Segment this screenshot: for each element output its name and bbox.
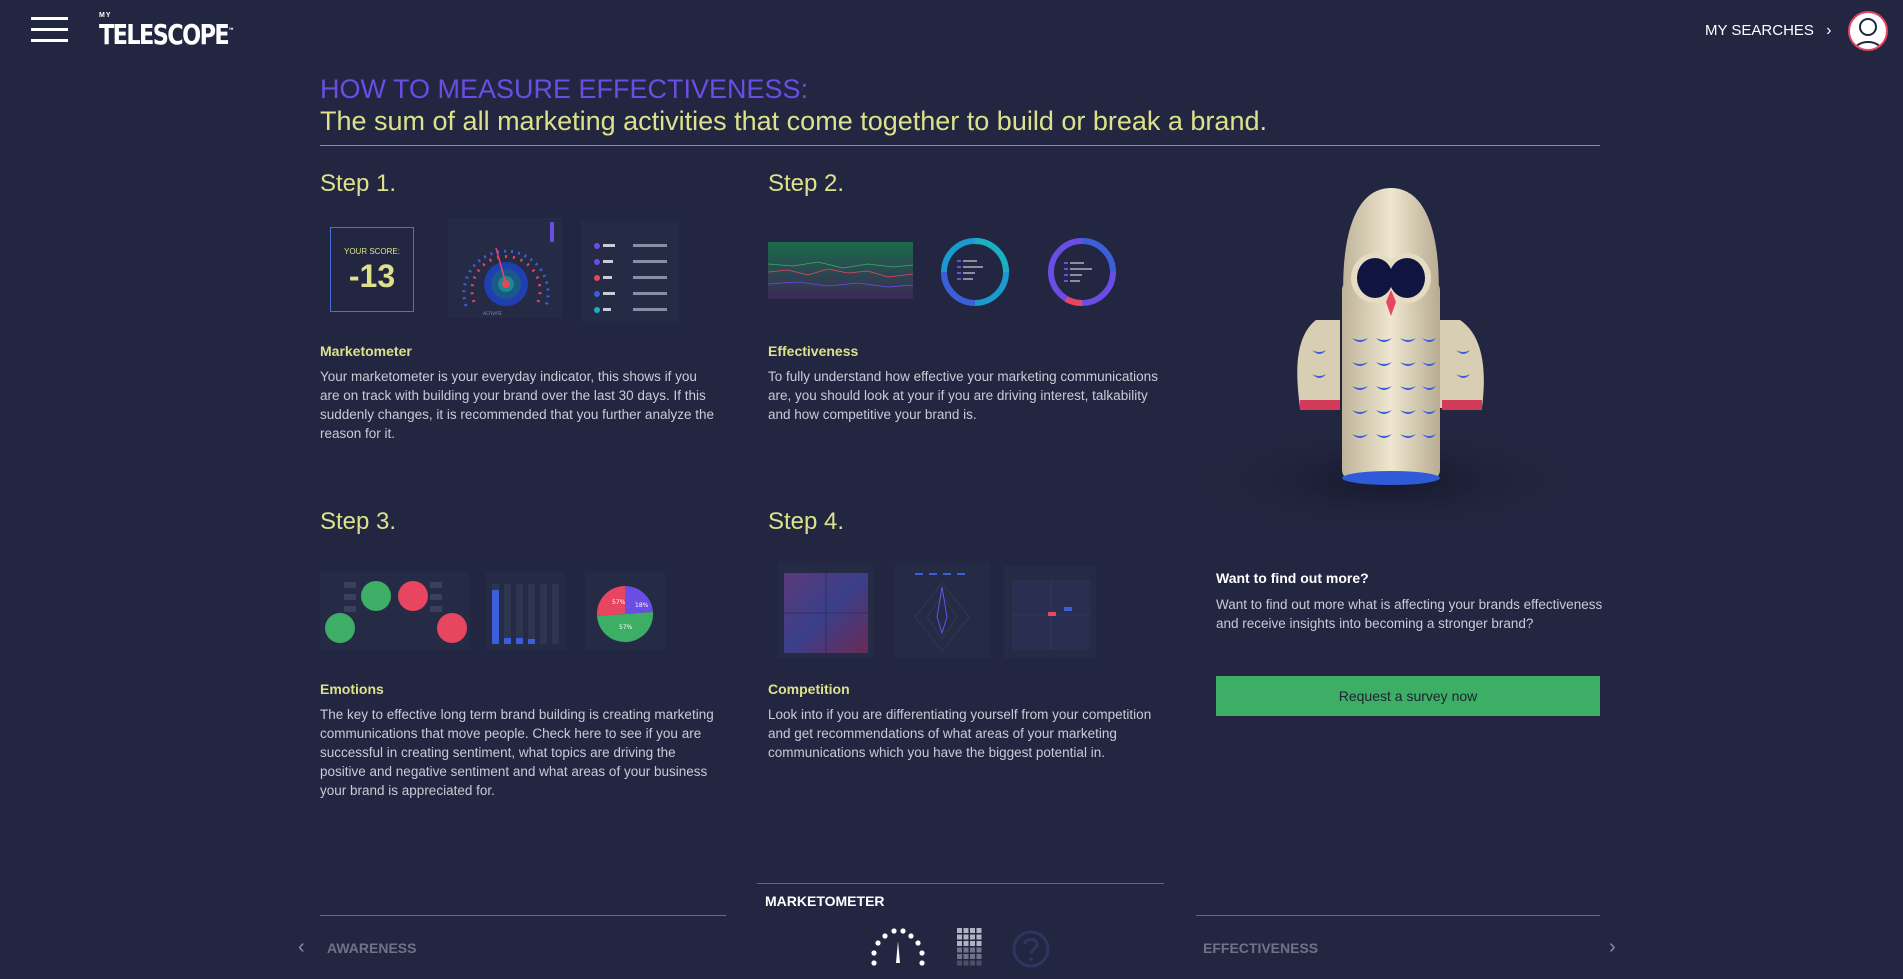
- hamburger-menu-button[interactable]: [31, 17, 68, 45]
- nav-prev-awareness[interactable]: AWARENESS: [327, 940, 416, 956]
- emotions-title: Emotions: [320, 681, 384, 697]
- request-survey-button[interactable]: Request a survey now: [1216, 676, 1600, 716]
- emotions-bubbles-thumbnail: [320, 572, 470, 650]
- marketometer-description: Your marketometer is your everyday indic…: [320, 369, 714, 441]
- divider: [320, 145, 1600, 146]
- step-4-heading: Step 4.: [768, 508, 845, 535]
- owl-icon: [1170, 188, 1600, 540]
- step-3-heading: Step 3.: [320, 508, 397, 535]
- effectiveness-title: Effectiveness: [768, 343, 859, 359]
- menu-bar: [31, 28, 68, 31]
- logo-text: TELESCOPE™: [99, 18, 235, 51]
- user-icon: [1853, 18, 1883, 49]
- emotions-pie-thumbnail: 57% 18% 57%: [585, 572, 665, 650]
- help-icon[interactable]: [1011, 929, 1051, 969]
- emotions-bar-chart-thumbnail: [486, 572, 566, 650]
- nav-active-indicator: [757, 883, 1164, 884]
- competition-scatter-thumbnail: [1004, 566, 1096, 658]
- page-subtitle: The sum of all marketing activities that…: [320, 106, 1267, 136]
- nav-current-marketometer: MARKETOMETER: [765, 893, 885, 909]
- menu-bar: [31, 17, 68, 20]
- score-card: YOUR SCORE: -13: [330, 227, 414, 312]
- competition-radar-thumbnail: [895, 563, 990, 658]
- score-label: YOUR SCORE:: [343, 247, 400, 256]
- chevron-right-icon[interactable]: ›: [1609, 936, 1616, 959]
- pie-label-positive: 57%: [619, 624, 633, 631]
- my-searches-label: MY SEARCHES: [1705, 22, 1814, 39]
- nav-divider-left: [320, 915, 726, 916]
- owl-mascot-illustration: [1100, 160, 1600, 560]
- pie-label-neutral: 18%: [635, 602, 649, 609]
- marketometer-gauge-thumbnail: ACTIVATE: [448, 218, 563, 318]
- competition-title: Competition: [768, 681, 850, 697]
- gauge-icon[interactable]: [868, 925, 928, 969]
- cta-heading: Want to find out more?: [1216, 570, 1369, 586]
- effectiveness-area-chart-thumbnail: [768, 242, 913, 299]
- menu-bar: [31, 39, 68, 42]
- step-1-heading: Step 1.: [320, 170, 397, 197]
- nav-divider-right: [1196, 915, 1600, 916]
- grid-icon[interactable]: [957, 928, 982, 970]
- my-searches-link[interactable]: MY SEARCHES ›: [1705, 22, 1831, 40]
- chevron-left-icon[interactable]: ‹: [298, 936, 305, 959]
- emotions-description: The key to effective long term brand bui…: [320, 707, 714, 798]
- pie-label-negative: 57%: [612, 599, 626, 606]
- score-value: -13: [348, 258, 396, 294]
- chevron-right-icon: ›: [1826, 22, 1832, 39]
- competition-matrix-thumbnail: [778, 563, 873, 658]
- cta-description: Want to find out more what is affecting …: [1216, 597, 1603, 631]
- marketometer-title: Marketometer: [320, 343, 412, 359]
- effectiveness-donut-thumbnail: [941, 238, 1009, 306]
- svg-text:ACTIVATE: ACTIVATE: [483, 311, 502, 316]
- nav-next-effectiveness[interactable]: EFFECTIVENESS: [1203, 940, 1318, 956]
- competition-description: Look into if you are differentiating you…: [768, 707, 1152, 760]
- brand-list-thumbnail: [581, 221, 679, 321]
- page-title: HOW TO MEASURE EFFECTIVENESS:: [320, 74, 809, 104]
- user-avatar[interactable]: [1848, 11, 1888, 51]
- step-2-heading: Step 2.: [768, 170, 845, 197]
